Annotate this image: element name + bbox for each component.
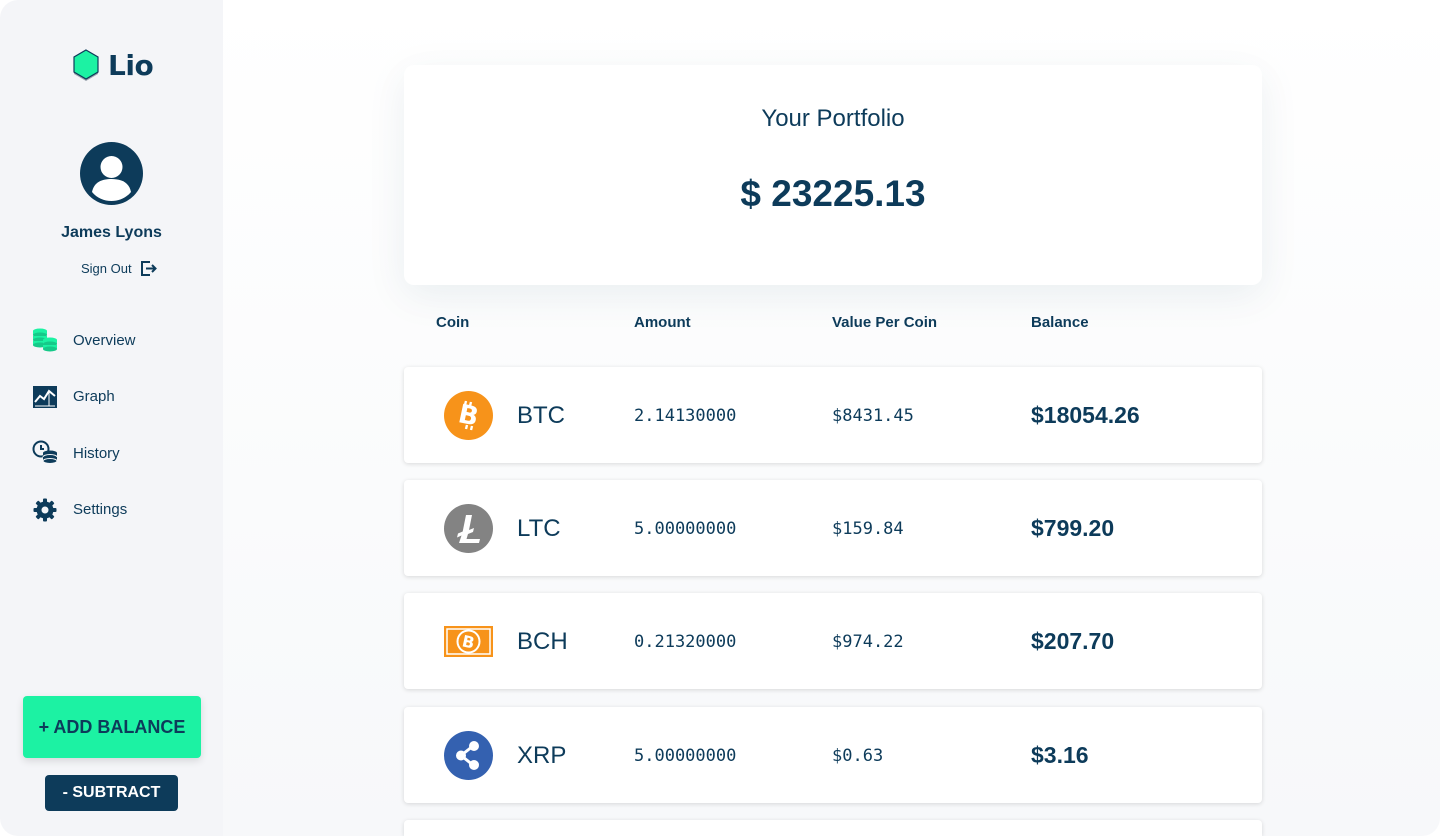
coin-symbol: BCH <box>517 628 568 655</box>
subtract-button[interactable]: - SUBTRACT <box>45 775 178 811</box>
coin-symbol: XRP <box>517 742 567 769</box>
portfolio-title: Your Portfolio <box>761 105 905 132</box>
coin-balance: $3.16 <box>1031 742 1089 768</box>
portfolio-card: Your Portfolio $ 23225.13 <box>404 65 1262 285</box>
table-row[interactable] <box>404 820 1262 836</box>
table-row[interactable]: LTC 5.00000000 $159.84 $799.20 <box>404 480 1262 576</box>
bitcoin-icon: B <box>444 391 493 440</box>
ripple-icon <box>444 731 493 780</box>
user-name: James Lyons <box>61 224 162 241</box>
portfolio-total: $ 23225.13 <box>740 173 926 214</box>
app-name: Lio <box>108 48 154 82</box>
coin-value: $974.22 <box>832 632 904 652</box>
coin-symbol: BTC <box>517 402 565 429</box>
nav-item-graph[interactable]: Graph <box>32 383 136 411</box>
coin-amount: 2.14130000 <box>634 406 737 426</box>
column-header-coin: Coin <box>436 314 470 331</box>
nav-label-overview: Overview <box>73 331 136 349</box>
chart-icon <box>32 384 58 410</box>
coin-value: $8431.45 <box>832 406 914 426</box>
logo[interactable]: Lio <box>72 48 154 82</box>
sidebar: Lio James Lyons Sign Out Overview Graph … <box>0 0 223 836</box>
gear-icon <box>32 497 58 523</box>
coin-value: $0.63 <box>832 746 884 766</box>
sign-out-link[interactable]: Sign Out <box>81 260 157 277</box>
column-header-value-per-coin: Value Per Coin <box>832 314 938 331</box>
coin-balance: $207.70 <box>1031 628 1115 654</box>
sign-out-icon <box>140 261 157 276</box>
nav-item-history[interactable]: History <box>32 439 136 467</box>
app-window: Lio James Lyons Sign Out Overview Graph … <box>0 0 1440 836</box>
nav-item-settings[interactable]: Settings <box>32 496 136 524</box>
coin-amount: 5.00000000 <box>634 519 737 539</box>
history-coins-icon <box>32 440 58 466</box>
coin-balance: $799.20 <box>1031 515 1115 541</box>
coin-symbol: LTC <box>517 515 561 542</box>
column-header-balance: Balance <box>1031 314 1089 331</box>
table-header: Coin Amount Value Per Coin Balance <box>404 314 1262 336</box>
coin-value: $159.84 <box>832 519 904 539</box>
table-row[interactable]: XRP 5.00000000 $0.63 $3.16 <box>404 707 1262 803</box>
table-row[interactable]: B BCH 0.21320000 $974.22 $207.70 <box>404 593 1262 689</box>
column-header-amount: Amount <box>634 314 691 331</box>
coin-balance: $18054.26 <box>1031 402 1140 428</box>
table-row[interactable]: B BTC 2.14130000 $8431.45 $18054.26 <box>404 367 1262 463</box>
coin-amount: 5.00000000 <box>634 746 737 766</box>
nav-label-graph: Graph <box>73 388 115 405</box>
nav-label-history: History <box>73 444 120 462</box>
nav-item-overview[interactable]: Overview <box>32 326 136 354</box>
add-balance-button[interactable]: + ADD BALANCE <box>23 696 201 758</box>
bitcoin-cash-icon: B <box>444 626 493 657</box>
coin-amount: 0.21320000 <box>634 632 737 652</box>
hexagon-logo-icon <box>73 49 99 81</box>
nav-label-settings: Settings <box>73 501 128 518</box>
coins-stack-icon <box>32 327 58 353</box>
main-content: Your Portfolio $ 23225.13 Coin Amount Va… <box>223 0 1440 836</box>
avatar[interactable] <box>80 142 143 205</box>
litecoin-icon <box>444 504 493 553</box>
main-nav: Overview Graph History Settings <box>32 326 136 552</box>
sign-out-label: Sign Out <box>81 261 132 276</box>
